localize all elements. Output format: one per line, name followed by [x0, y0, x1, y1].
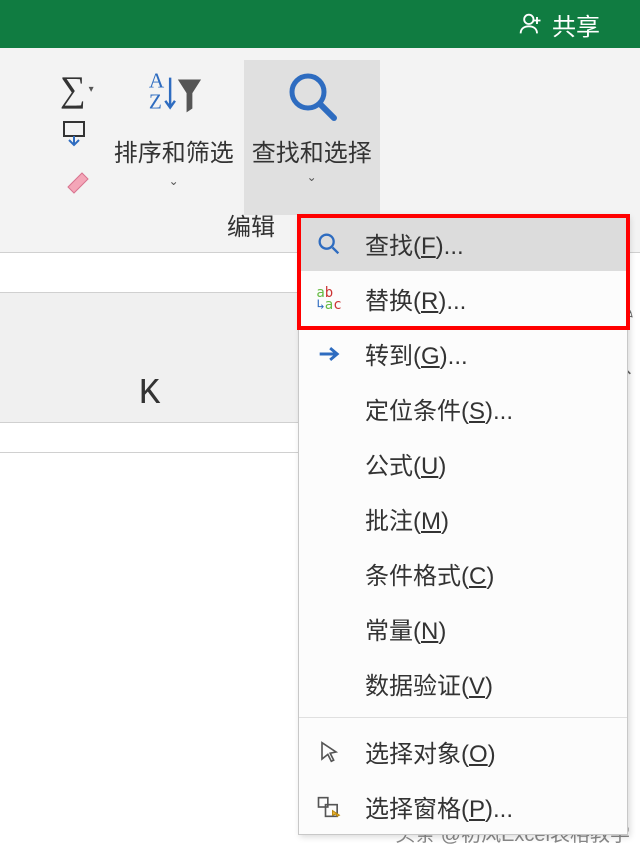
- menu-datavalid-label: 数据验证(V): [365, 666, 493, 701]
- cursor-icon: [315, 738, 343, 766]
- autosum-button[interactable]: ∑▾: [60, 68, 94, 110]
- selection-pane-icon: [315, 793, 343, 821]
- menu-cond-format[interactable]: 条件格式(C): [299, 546, 627, 601]
- menu-comments-label: 批注(M): [365, 501, 449, 536]
- magnifier-icon: [282, 66, 342, 126]
- share-label: 共享: [552, 7, 600, 42]
- menu-selection-pane-label: 选择窗格(P)...: [365, 789, 513, 824]
- sort-filter-button[interactable]: A Z 排序和筛选 ⌄: [114, 60, 234, 188]
- magnifier-icon: [315, 230, 343, 258]
- menu-comments[interactable]: 批注(M): [299, 491, 627, 546]
- menu-data-validation[interactable]: 数据验证(V): [299, 656, 627, 711]
- menu-replace-label: 替换(R)...: [365, 281, 466, 316]
- find-select-button[interactable]: 查找和选择 ⌄: [244, 60, 380, 215]
- column-header-k[interactable]: K: [0, 293, 300, 423]
- menu-selection-pane[interactable]: 选择窗格(P)...: [299, 779, 627, 834]
- title-bar: 共享: [0, 0, 640, 48]
- menu-goto-special-label: 定位条件(S)...: [365, 391, 513, 426]
- chevron-down-icon: ⌄: [169, 174, 179, 188]
- menu-find-label: 查找(F)...: [365, 226, 464, 261]
- eraser-icon: [60, 163, 92, 195]
- small-buttons-column: ∑▾: [60, 60, 94, 200]
- arrow-right-icon: [315, 340, 343, 368]
- replace-icon: ab↳ac: [316, 287, 341, 311]
- menu-constants-label: 常量(N): [365, 611, 446, 646]
- find-select-menu: 查找(F)... ab↳ac 替换(R)... 转到(G)... 定位条件(S)…: [298, 215, 628, 835]
- share-icon: [516, 10, 544, 38]
- cell[interactable]: [0, 423, 300, 453]
- ribbon-group-label: 编辑: [0, 207, 295, 242]
- formula-bar[interactable]: [0, 253, 300, 293]
- menu-separator: [299, 717, 627, 718]
- chevron-down-icon: ⌄: [307, 170, 317, 184]
- sort-filter-icon: A Z: [145, 66, 203, 124]
- menu-select-objects-label: 选择对象(O): [365, 734, 496, 769]
- clear-button[interactable]: [60, 163, 92, 200]
- menu-formulas-label: 公式(U): [365, 446, 446, 481]
- sigma-icon: ∑: [60, 68, 86, 110]
- menu-replace[interactable]: ab↳ac 替换(R)...: [299, 271, 627, 326]
- fill-button[interactable]: [60, 118, 92, 155]
- worksheet-area: K: [0, 253, 300, 453]
- menu-find[interactable]: 查找(F)...: [299, 216, 627, 271]
- svg-text:Z: Z: [149, 90, 162, 114]
- menu-constants[interactable]: 常量(N): [299, 601, 627, 656]
- menu-formulas[interactable]: 公式(U): [299, 436, 627, 491]
- menu-cond-format-label: 条件格式(C): [365, 556, 494, 591]
- menu-select-objects[interactable]: 选择对象(O): [299, 724, 627, 779]
- menu-goto[interactable]: 转到(G)...: [299, 326, 627, 381]
- sort-filter-label: 排序和筛选: [114, 133, 234, 168]
- find-select-label: 查找和选择: [252, 133, 372, 168]
- menu-goto-label: 转到(G)...: [365, 336, 468, 371]
- menu-goto-special[interactable]: 定位条件(S)...: [299, 381, 627, 436]
- fill-down-icon: [60, 118, 92, 150]
- share-button[interactable]: 共享: [516, 7, 600, 42]
